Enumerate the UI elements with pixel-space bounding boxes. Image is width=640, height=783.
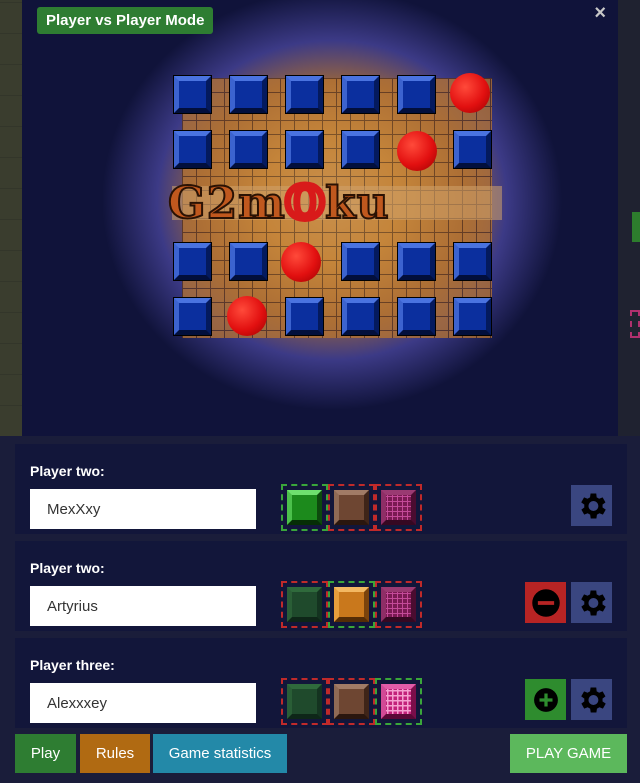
blue-stone (286, 76, 323, 113)
game-splash: G2mOku Player vs Player Mode × (22, 0, 618, 436)
settings-button[interactable] (571, 679, 612, 720)
close-icon[interactable]: × (594, 2, 606, 25)
rules-button[interactable]: Rules (80, 734, 150, 773)
blue-stone (398, 243, 435, 280)
blue-stone (398, 76, 435, 113)
blue-stone (174, 298, 211, 335)
background-green-tab (632, 212, 640, 242)
background-left-edge (0, 0, 22, 436)
player-name-input[interactable] (30, 586, 256, 626)
settings-button[interactable] (571, 582, 612, 623)
red-disc (450, 73, 490, 113)
gomoku-logo: G2mOku (167, 175, 390, 233)
settings-button[interactable] (571, 485, 612, 526)
player-card: Player two: (15, 444, 627, 534)
blue-stone (398, 298, 435, 335)
blue-stone (454, 243, 491, 280)
player-name-input[interactable] (30, 683, 256, 723)
player-card: Player three: (15, 638, 627, 728)
swatch-green[interactable] (281, 581, 328, 628)
blue-stone (342, 131, 379, 168)
blue-stone (342, 76, 379, 113)
gear-icon (580, 687, 606, 712)
gear-icon (580, 493, 606, 518)
blue-stone (174, 76, 211, 113)
swatch-pink[interactable] (375, 484, 422, 531)
blue-stone (230, 131, 267, 168)
swatch-pink[interactable] (375, 581, 422, 628)
blue-stone (342, 243, 379, 280)
play-game-button[interactable]: PLAY GAME (510, 734, 627, 773)
mode-badge: Player vs Player Mode (37, 7, 214, 34)
swatch-green[interactable] (281, 678, 328, 725)
blue-stone (286, 131, 323, 168)
blue-stone (454, 298, 491, 335)
player-name-input[interactable] (30, 489, 256, 529)
player-card: Player two: (15, 541, 627, 631)
blue-stone (286, 298, 323, 335)
remove-player-button[interactable] (525, 582, 566, 623)
swatch-pink[interactable] (375, 678, 422, 725)
swatch-brown[interactable] (328, 678, 375, 725)
red-disc (227, 296, 267, 336)
minus-circle-icon (531, 588, 560, 617)
background-pink-tab (630, 310, 640, 338)
blue-stone (454, 131, 491, 168)
play-button[interactable]: Play (15, 734, 76, 773)
blue-stone (342, 298, 379, 335)
player-label: Player three: (30, 657, 115, 673)
player-label: Player two: (30, 463, 105, 479)
blue-stone (174, 243, 211, 280)
plus-circle-icon (533, 687, 558, 712)
red-disc (397, 131, 437, 171)
blue-stone (230, 76, 267, 113)
gear-icon (580, 590, 606, 615)
add-player-button[interactable] (525, 679, 566, 720)
blue-stone (230, 243, 267, 280)
player-label: Player two: (30, 560, 105, 576)
swatch-brown[interactable] (328, 581, 375, 628)
swatch-green[interactable] (281, 484, 328, 531)
swatch-brown[interactable] (328, 484, 375, 531)
red-disc (281, 242, 321, 282)
game-statistics-button[interactable]: Game statistics (153, 734, 287, 773)
blue-stone (174, 131, 211, 168)
